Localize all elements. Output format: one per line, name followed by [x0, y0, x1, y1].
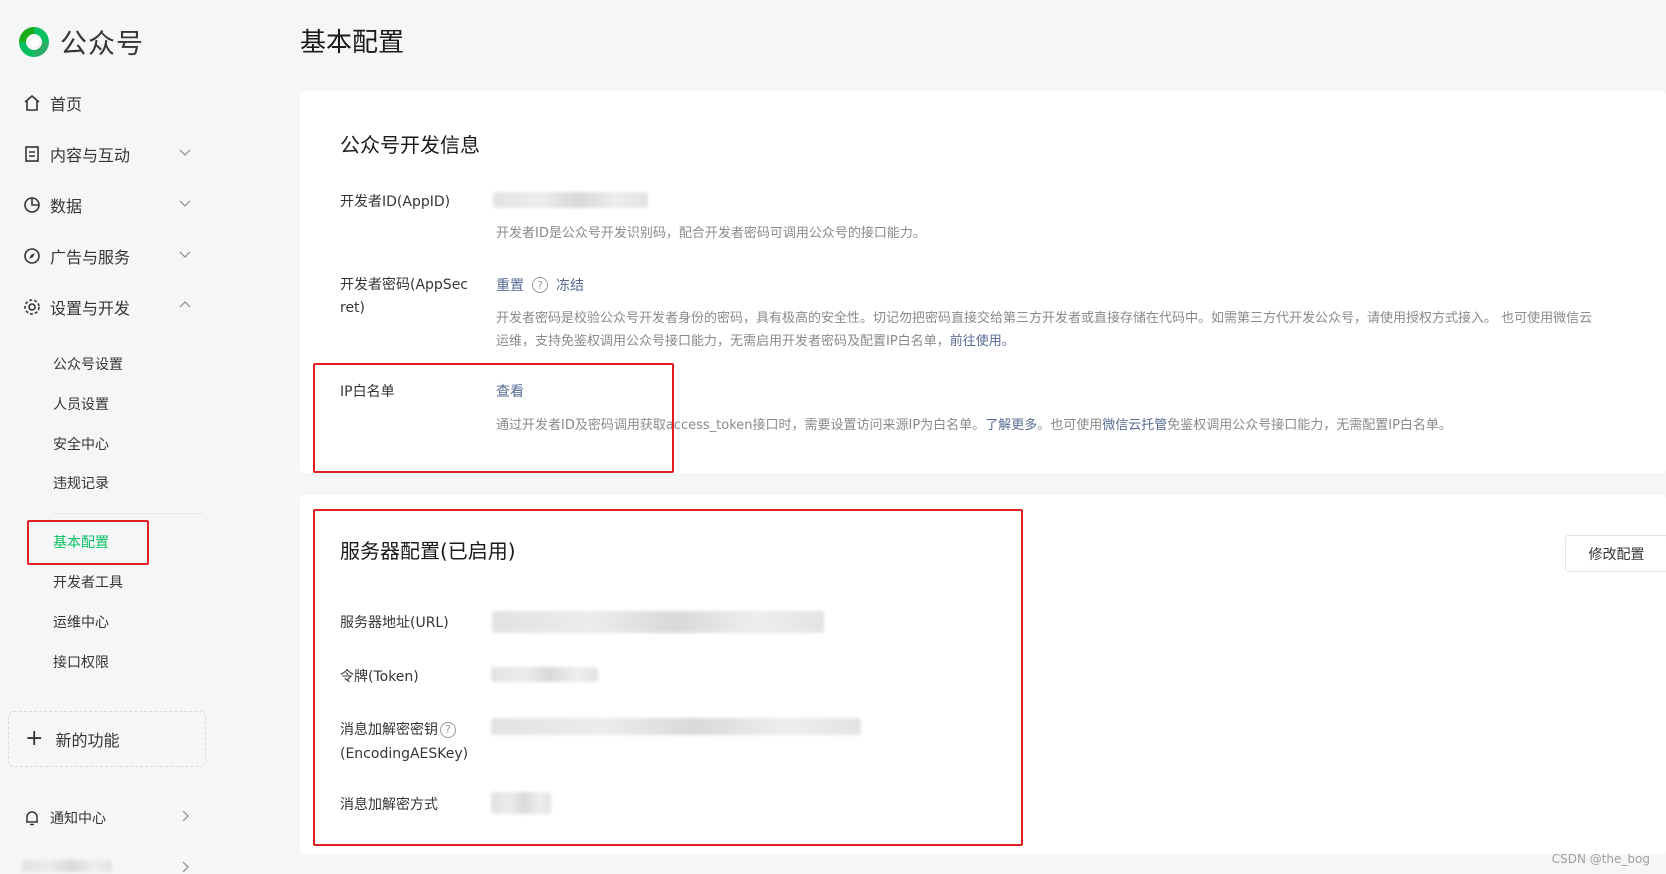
nav-ads-label: 广告与服务	[50, 248, 131, 267]
nav-content-interaction[interactable]: 内容与互动	[22, 140, 192, 168]
view-ip-whitelist-link[interactable]: 查看	[496, 384, 524, 400]
sidebar-item-basic-config[interactable]: 基本配置	[53, 532, 109, 554]
sidebar-item-api-permissions[interactable]: 接口权限	[53, 652, 109, 674]
home-icon	[22, 93, 42, 113]
encryption-mode-label: 消息加解密方式	[340, 797, 438, 813]
appid-value-redacted	[493, 192, 648, 208]
nav-notify-label: 通知中心	[50, 811, 106, 827]
sidebar-divider	[53, 513, 203, 514]
appsecret-actions: 重置 ? 冻结	[496, 275, 584, 295]
pie-chart-icon	[22, 195, 42, 215]
server-config-title: 服务器配置(已启用)	[340, 539, 516, 563]
ip-whitelist-actions: 查看	[496, 381, 524, 401]
document-icon	[22, 144, 42, 164]
sidebar-item-dev-tools[interactable]: 开发者工具	[53, 572, 123, 594]
chevron-up-icon	[179, 301, 191, 308]
aes-key-label: 消息加解密密钥? (EncodingAESKey)	[340, 718, 468, 766]
ip-whitelist-desc: 通过开发者ID及密码调用获取access_token接口时，需要设置访问来源IP…	[496, 414, 1452, 433]
page-title: 基本配置	[300, 28, 405, 58]
nav-home[interactable]: 首页	[22, 89, 192, 117]
aes-key-label-row1: 消息加解密密钥?	[340, 718, 468, 742]
appid-desc: 开发者ID是公众号开发识别码，配合开发者密码可调用公众号的接口能力。	[496, 226, 926, 241]
nav-home-label: 首页	[50, 95, 83, 114]
appsecret-desc-line1: 开发者密码是校验公众号开发者身份的密码，具有极高的安全性。切记勿把密码直接交给第…	[496, 311, 1593, 326]
nav-settings-dev[interactable]: 设置与开发	[22, 293, 192, 321]
ip-desc-part-c: 免鉴权调用公众号接口能力，无需配置IP白名单。	[1167, 418, 1452, 433]
wechat-cloud-hosting-link[interactable]: 微信云托管	[1102, 418, 1167, 433]
encryption-mode-value-redacted	[491, 792, 551, 814]
bell-icon	[22, 808, 42, 828]
token-label: 令牌(Token)	[340, 669, 419, 685]
sidebar-item-staff-settings[interactable]: 人员设置	[53, 394, 109, 416]
dev-info-title: 公众号开发信息	[340, 133, 480, 157]
appsecret-desc-line2: 运维，支持免鉴权调用公众号接口能力，无需启用开发者密码及配置IP白名单，前往使用…	[496, 330, 1015, 349]
chevron-right-icon	[182, 861, 189, 873]
gear-icon	[22, 297, 42, 317]
nav-data-label: 数据	[50, 197, 83, 216]
appid-label: 开发者ID(AppID)	[340, 194, 451, 210]
learn-more-link[interactable]: 了解更多	[985, 418, 1037, 433]
chevron-down-icon	[179, 149, 191, 156]
go-use-link[interactable]: 前往使用。	[950, 334, 1015, 349]
help-icon[interactable]: ?	[532, 277, 548, 293]
ip-whitelist-label: IP白名单	[340, 384, 395, 400]
aes-key-label-line1: 消息加解密密钥	[340, 722, 438, 738]
new-feature-button[interactable]: + 新的功能	[8, 711, 206, 767]
reset-secret-link[interactable]: 重置	[496, 275, 524, 295]
token-value-redacted	[491, 667, 598, 682]
new-feature-label: 新的功能	[55, 731, 120, 750]
watermark: CSDN @the_bog	[1551, 852, 1650, 866]
sidebar-item-security-center[interactable]: 安全中心	[53, 434, 109, 456]
appsecret-desc-line2-text: 运维，支持免鉴权调用公众号接口能力，无需启用开发者密码及配置IP白名单，	[496, 334, 950, 349]
brand-logo[interactable]: 公众号	[16, 22, 144, 61]
wechat-mp-logo-icon	[19, 26, 49, 57]
brand-name: 公众号	[60, 29, 144, 60]
redacted-account-item	[22, 860, 112, 872]
aes-key-value-redacted	[491, 718, 861, 735]
appsecret-label-line2: ret)	[340, 300, 366, 316]
nav-settings-label: 设置与开发	[50, 299, 131, 318]
appsecret-label-line1: 开发者密码(AppSec	[340, 277, 469, 293]
plus-icon: +	[25, 726, 44, 751]
ip-desc-part-b: 。也可使用	[1037, 418, 1103, 433]
sidebar-item-ops-center[interactable]: 运维中心	[53, 612, 109, 634]
freeze-secret-link[interactable]: 冻结	[556, 275, 584, 295]
chevron-right-icon	[182, 810, 189, 822]
chevron-down-icon	[179, 251, 191, 258]
aes-key-label-line2: (EncodingAESKey)	[340, 746, 469, 762]
modify-config-button[interactable]: 修改配置	[1565, 535, 1666, 572]
chevron-down-icon	[179, 200, 191, 207]
nav-notify-center[interactable]: 通知中心	[22, 804, 192, 832]
sidebar-item-violation-records[interactable]: 违规记录	[53, 473, 109, 495]
server-url-value-redacted	[492, 611, 824, 633]
server-url-label: 服务器地址(URL)	[340, 615, 449, 631]
help-icon[interactable]: ?	[440, 722, 456, 738]
appsecret-label: 开发者密码(AppSec ret)	[340, 274, 468, 320]
nav-ads-services[interactable]: 广告与服务	[22, 242, 192, 270]
ip-desc-part-a: 通过开发者ID及密码调用获取access_token接口时，需要设置访问来源IP…	[496, 418, 986, 433]
compass-icon	[22, 246, 42, 266]
nav-data[interactable]: 数据	[22, 191, 192, 219]
sidebar-item-account-settings[interactable]: 公众号设置	[53, 354, 123, 376]
nav-content-label: 内容与互动	[50, 146, 131, 165]
